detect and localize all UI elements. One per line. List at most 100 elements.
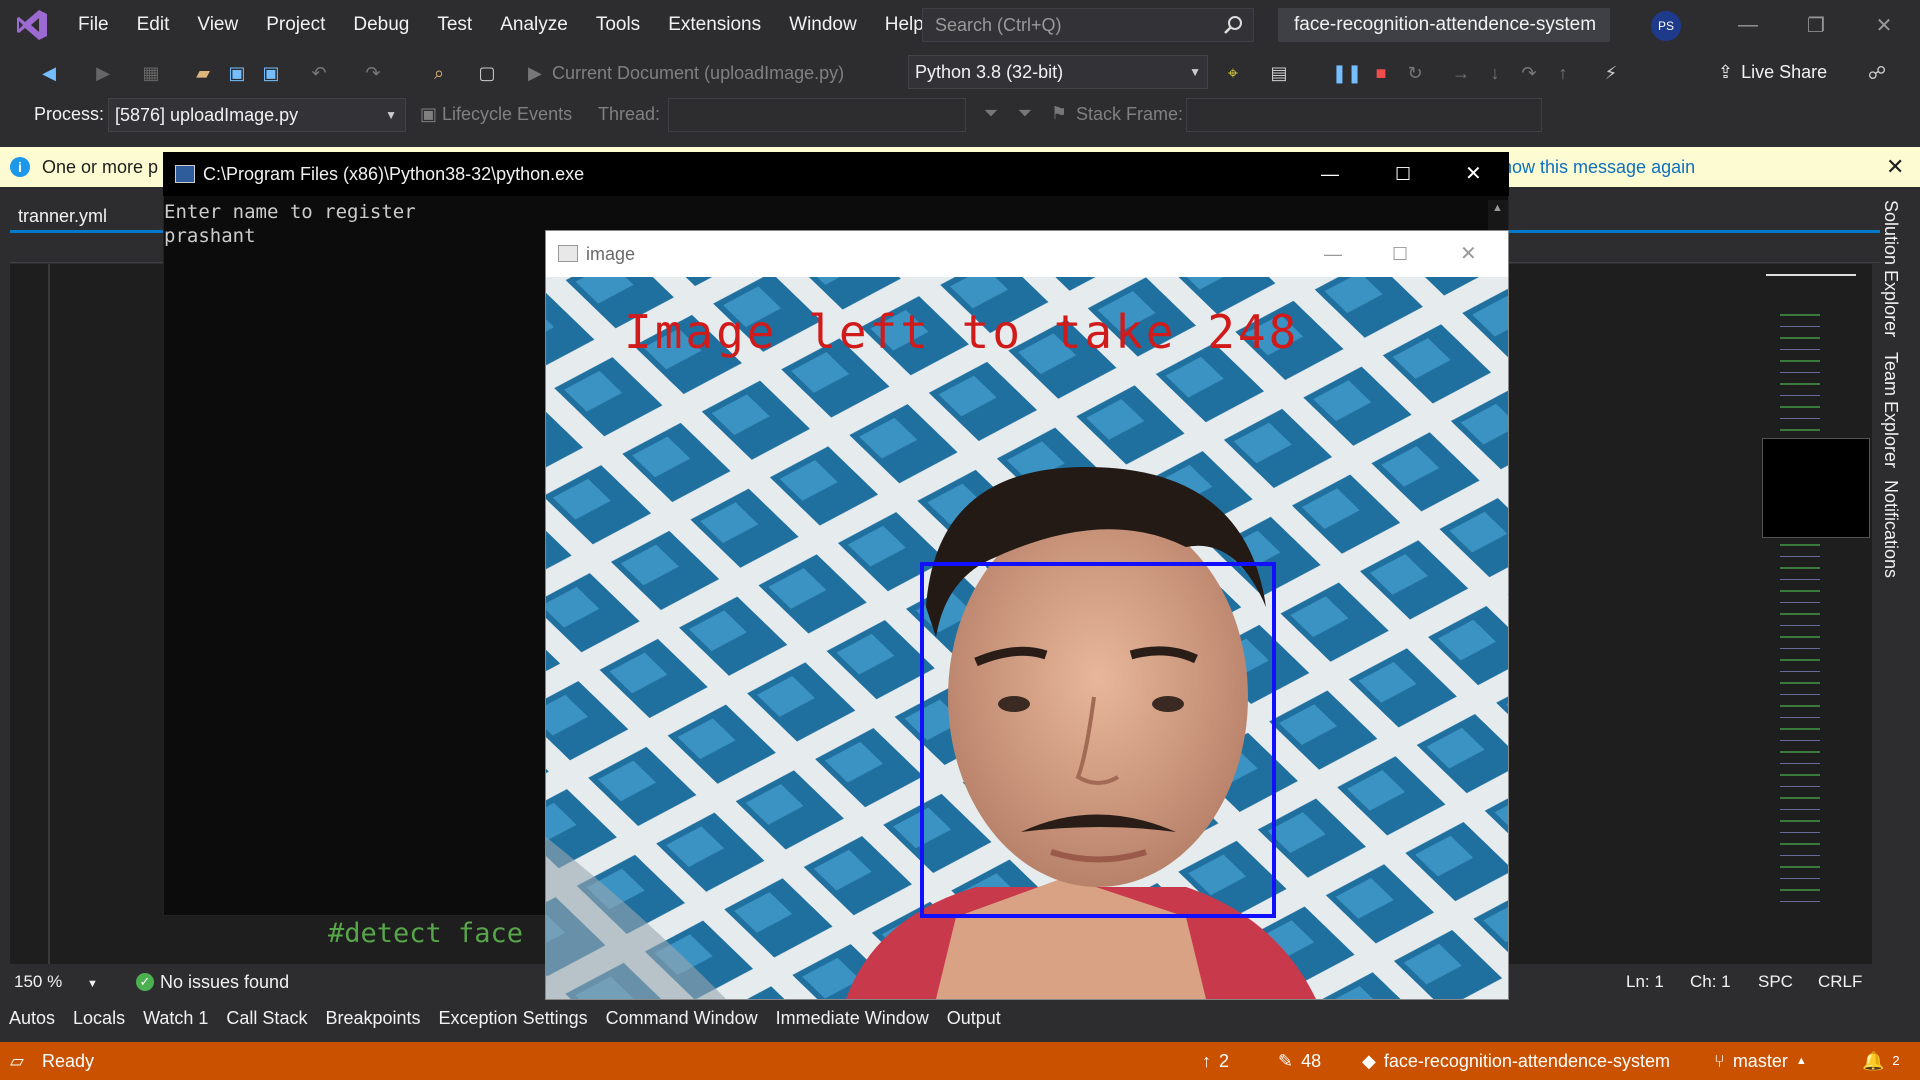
solution-name: face-recognition-attendence-system [1278, 8, 1610, 42]
open-folder-icon[interactable]: ▰ [190, 60, 216, 86]
minimize-icon[interactable]: — [1718, 0, 1778, 50]
line-number[interactable]: Ln: 1 [1626, 966, 1664, 998]
run-target-label: Current Document (uploadImage.py) [552, 63, 845, 83]
live-share-label: Live Share [1741, 62, 1828, 82]
lifecycle-events-button[interactable]: ▣ Lifecycle Events [420, 104, 572, 125]
tab-call-stack[interactable]: Call Stack [217, 1008, 316, 1029]
menu-view[interactable]: View [183, 0, 252, 50]
menu-window[interactable]: Window [775, 0, 871, 50]
restore-icon[interactable]: ❐ [1786, 0, 1846, 50]
pending-count: 48 [1301, 1051, 1322, 1071]
python-app-icon [175, 165, 195, 183]
show-next-statement-icon[interactable]: → [1448, 60, 1474, 86]
process-select[interactable]: [5876] uploadImage.py ▼ [108, 98, 406, 132]
stack-frame-select[interactable] [1186, 98, 1542, 132]
check-icon: ✓ [136, 973, 154, 991]
menu-debug[interactable]: Debug [339, 0, 423, 50]
tab-exception-settings[interactable]: Exception Settings [430, 1008, 597, 1029]
save-icon[interactable]: ▣ [224, 60, 250, 86]
flag-threads-icon[interactable]: ⚑ [1046, 100, 1072, 126]
chevron-down-icon: ▼ [86, 978, 98, 990]
output-icon: ▱ [10, 1051, 24, 1071]
lifecycle-icon: ▣ [420, 104, 443, 124]
close-icon[interactable]: ✕ [1854, 0, 1914, 50]
step-over-icon[interactable]: ↷ [1516, 60, 1542, 86]
column-number[interactable]: Ch: 1 [1690, 966, 1731, 998]
face-detection-box [920, 562, 1276, 918]
restart-icon[interactable]: ↻ [1402, 60, 1428, 86]
console-line: Enter name to register [164, 201, 416, 223]
issues-indicator[interactable]: ✓ No issues found [136, 966, 289, 998]
filter-icon[interactable]: ⏷ [978, 100, 1004, 126]
branch-selector[interactable]: ⑂ master ▲ [1714, 1042, 1807, 1080]
tab-breakpoints[interactable]: Breakpoints [316, 1008, 429, 1029]
python-environment-select[interactable]: Python 3.8 (32-bit) ▼ [908, 55, 1208, 89]
attach-icon[interactable]: ⌖ [1220, 60, 1246, 86]
minimap-viewport[interactable] [1762, 438, 1870, 538]
visual-studio-logo-icon[interactable] [0, 0, 64, 50]
info-message: One or more p [42, 157, 159, 177]
team-explorer-tab[interactable]: Team Explorer [1880, 352, 1901, 468]
thread-select[interactable] [668, 98, 966, 132]
close-icon[interactable]: ✕ [1886, 147, 1904, 187]
menu-tools[interactable]: Tools [582, 0, 654, 50]
menu-test[interactable]: Test [423, 0, 486, 50]
step-into-icon[interactable]: ↓ [1482, 60, 1508, 86]
undo-icon[interactable]: ↶ [306, 60, 332, 86]
save-all-icon[interactable]: ▣ [258, 60, 284, 86]
search-input[interactable]: Search (Ctrl+Q) [922, 8, 1254, 42]
step-out-icon[interactable]: ↑ [1550, 60, 1576, 86]
hot-reload-icon[interactable]: ⚡ [1598, 60, 1624, 86]
pause-icon[interactable]: ❚❚ [1332, 60, 1362, 86]
image-window-title: image [586, 244, 636, 264]
menu-analyze[interactable]: Analyze [486, 0, 582, 50]
layout-icon[interactable]: ▤ [1266, 60, 1292, 86]
dont-show-again-link[interactable]: how this message again [1502, 147, 1695, 187]
menu-extensions[interactable]: Extensions [654, 0, 775, 50]
start-debugging-button[interactable]: ▶ Current Document (uploadImage.py) [520, 57, 876, 89]
new-project-icon[interactable]: ▦ [138, 60, 164, 86]
stop-icon[interactable]: ■ [1368, 60, 1394, 86]
notifications-button[interactable]: 🔔 2 [1862, 1042, 1900, 1080]
notifications-tab[interactable]: Notifications [1880, 480, 1901, 578]
avatar[interactable]: PS [1651, 11, 1681, 41]
console-line: prashant [164, 225, 256, 247]
find-in-files-icon[interactable]: ⌕ [426, 60, 452, 86]
maximize-icon[interactable]: ☐ [1392, 231, 1408, 277]
tab-command-window[interactable]: Command Window [597, 1008, 767, 1029]
close-icon[interactable]: ✕ [1460, 231, 1477, 277]
maximize-icon[interactable]: ☐ [1395, 152, 1411, 196]
branch-icon: ⑂ [1714, 1051, 1725, 1071]
close-icon[interactable]: ✕ [1465, 152, 1482, 196]
tab-tranner-yml[interactable]: tranner.yml [10, 200, 160, 232]
zoom-level-select[interactable]: 150 % ▼ [14, 966, 98, 1000]
tab-immediate-window[interactable]: Immediate Window [767, 1008, 938, 1029]
redo-icon[interactable]: ↷ [360, 60, 386, 86]
image-window-title-bar[interactable]: image — ☐ ✕ [546, 231, 1508, 277]
solution-explorer-tab[interactable]: Solution Explorer [1880, 200, 1901, 337]
tab-locals[interactable]: Locals [64, 1008, 134, 1029]
minimize-icon[interactable]: — [1321, 152, 1339, 196]
minimap-position [1766, 274, 1856, 276]
tab-watch-1[interactable]: Watch 1 [134, 1008, 217, 1029]
back-icon[interactable]: ◀ [36, 60, 62, 86]
tab-autos[interactable]: Autos [0, 1008, 64, 1029]
tab-output[interactable]: Output [938, 1008, 1010, 1029]
minimap-scrollbar[interactable] [1760, 264, 1872, 964]
clear-filter-icon[interactable]: ⏷ [1012, 100, 1038, 126]
line-ending-mode[interactable]: CRLF [1818, 966, 1862, 998]
menu-file[interactable]: File [64, 0, 123, 50]
screenshot-icon[interactable]: ▢ [474, 60, 500, 86]
whitespace-mode[interactable]: SPC [1758, 966, 1793, 998]
minimize-icon[interactable]: — [1324, 231, 1342, 277]
code-comment: #detect face [328, 918, 524, 949]
live-share-button[interactable]: ⇪ Live Share [1718, 56, 1827, 88]
menu-project[interactable]: Project [252, 0, 339, 50]
menu-edit[interactable]: Edit [123, 0, 184, 50]
console-title-bar[interactable]: C:\Program Files (x86)\Python38-32\pytho… [163, 152, 1509, 196]
unpushed-commits[interactable]: ↑ 2 [1202, 1042, 1229, 1080]
pending-changes[interactable]: ✎ 48 [1278, 1042, 1321, 1080]
forward-icon[interactable]: ▶ [90, 60, 116, 86]
repository-selector[interactable]: ◆ face-recognition-attendence-system [1362, 1042, 1670, 1080]
feedback-icon[interactable]: ☍ [1864, 60, 1890, 86]
